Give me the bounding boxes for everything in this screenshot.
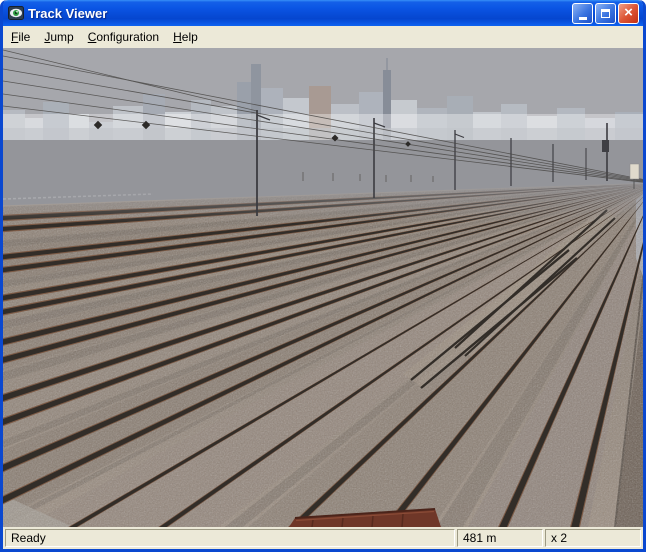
close-button[interactable]: × bbox=[618, 2, 639, 24]
menubar: File Jump Configuration Help bbox=[3, 26, 643, 48]
menu-item-configuration[interactable]: Configuration bbox=[81, 28, 166, 46]
status-distance: 481 m bbox=[463, 531, 497, 545]
maximize-icon bbox=[601, 8, 610, 18]
status-message: Ready bbox=[11, 531, 46, 545]
status-zoom-panel: x 2 bbox=[545, 529, 641, 547]
menu-item-help[interactable]: Help bbox=[166, 28, 205, 46]
track-fan bbox=[3, 181, 643, 527]
status-distance-panel: 481 m bbox=[457, 529, 543, 547]
distance-haze bbox=[3, 181, 643, 223]
window-title: Track Viewer bbox=[28, 5, 108, 21]
status-zoom: x 2 bbox=[551, 531, 568, 545]
app-window: Track Viewer × File Jump Configuration H… bbox=[0, 0, 646, 552]
viewport-3d[interactable] bbox=[3, 48, 643, 527]
titlebar-buttons: × bbox=[572, 2, 639, 24]
minimize-icon bbox=[578, 16, 587, 20]
statusbar: Ready 481 m x 2 bbox=[3, 527, 643, 549]
minimize-button[interactable] bbox=[572, 2, 593, 24]
app-icon bbox=[8, 5, 24, 21]
menu-item-file[interactable]: File bbox=[4, 28, 37, 46]
status-message-panel: Ready bbox=[5, 529, 455, 547]
close-icon: × bbox=[624, 4, 633, 21]
titlebar[interactable]: Track Viewer × bbox=[3, 0, 643, 26]
maximize-button[interactable] bbox=[595, 2, 616, 24]
menu-item-jump[interactable]: Jump bbox=[37, 28, 80, 46]
